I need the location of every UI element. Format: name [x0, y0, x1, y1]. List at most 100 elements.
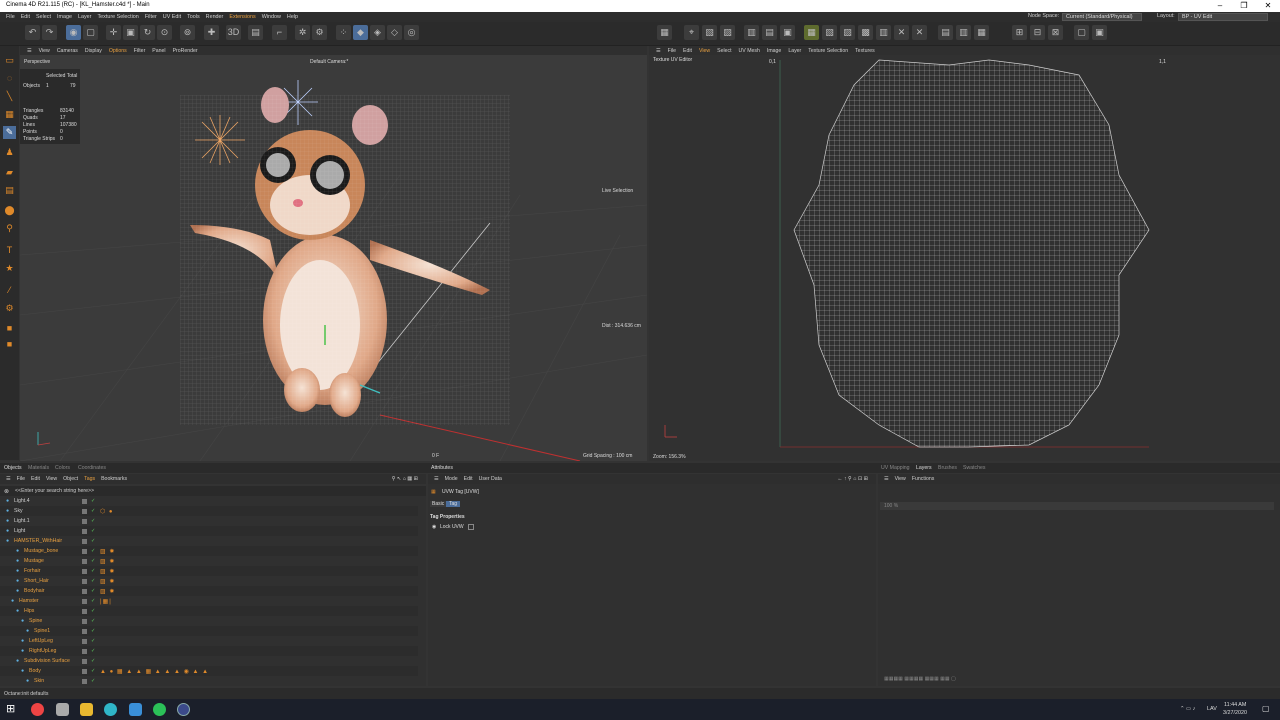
visibility-toggle[interactable]	[82, 649, 87, 654]
uv-menu-icon[interactable]: ☰	[656, 48, 661, 54]
obj-menu-bookmarks[interactable]: Bookmarks	[101, 476, 127, 482]
uv-tool-10-icon[interactable]: ▨	[840, 25, 855, 40]
object-name[interactable]: Sky	[14, 506, 23, 516]
visibility-toggle[interactable]	[82, 629, 87, 634]
visibility-toggle[interactable]	[82, 639, 87, 644]
uv-menu-textures[interactable]: Textures	[855, 48, 875, 54]
visibility-toggle[interactable]	[82, 659, 87, 664]
obj-menu-object[interactable]: Object	[63, 476, 78, 482]
vp-menu-prorender[interactable]: ProRender	[173, 48, 198, 54]
visibility-toggle[interactable]	[82, 609, 87, 614]
uv-tool-16-icon[interactable]: ▥	[956, 25, 971, 40]
star-icon[interactable]: ★	[3, 262, 16, 275]
uv-tool-4-icon[interactable]: ▨	[720, 25, 735, 40]
app-icon-2[interactable]	[129, 703, 142, 716]
uv-tool-11-icon[interactable]: ▩	[858, 25, 873, 40]
table-row[interactable]: ● Bodyhair ✓ ▨ ✸	[0, 586, 418, 596]
table-row[interactable]: ● Body ✓ ▲ ● ▦ ▲ ▲ ▦ ▲ ▲ ▲ ◉ ▲ ▲	[0, 666, 418, 676]
tab-swatches[interactable]: Swatches	[963, 465, 986, 471]
enable-check-icon[interactable]: ✓	[91, 546, 95, 556]
menu-render[interactable]: Render	[206, 14, 224, 20]
uv-tool-9-icon[interactable]: ▧	[822, 25, 837, 40]
fill-icon[interactable]: ⬤	[3, 204, 16, 217]
tray-icons[interactable]: ⌃ ▭ ♪	[1180, 706, 1195, 712]
tab-colors[interactable]: Colors	[55, 465, 70, 471]
menu-window[interactable]: Window	[262, 14, 281, 20]
menu-edit[interactable]: Edit	[21, 14, 30, 20]
file-explorer-icon[interactable]	[80, 703, 93, 716]
redo-icon[interactable]: ↷	[42, 25, 57, 40]
object-name[interactable]: Mustage_bone	[24, 546, 58, 556]
object-name[interactable]: Skin	[34, 676, 44, 686]
attributes-menu-icon[interactable]: ☰	[434, 476, 439, 482]
uv-tool-14-icon[interactable]: ✕	[912, 25, 927, 40]
table-row[interactable]: ● Mustage_bone ✓ ▨ ✸	[0, 546, 418, 556]
visibility-toggle[interactable]	[82, 529, 87, 534]
menu-file[interactable]: File	[6, 14, 15, 20]
enable-check-icon[interactable]: ✓	[91, 536, 95, 546]
scale-tool-icon[interactable]: ▣	[123, 25, 138, 40]
table-row[interactable]: ● LeftUpLeg ✓	[0, 636, 418, 646]
enable-check-icon[interactable]: ✓	[91, 516, 95, 526]
uv-menu-image[interactable]: Image	[767, 48, 781, 54]
box-select-icon[interactable]: ▭	[3, 54, 16, 67]
object-name[interactable]: Forhair	[24, 566, 40, 576]
enable-check-icon[interactable]: ✓	[91, 656, 95, 666]
menu-uv-edit[interactable]: UV Edit	[163, 14, 181, 20]
settings-icon[interactable]: ⚙	[3, 302, 16, 315]
text-tool-icon[interactable]: T	[3, 244, 16, 257]
uv-tool-8-icon[interactable]: ▦	[804, 25, 819, 40]
attr-tab-tag[interactable]: Tag	[446, 501, 461, 507]
uv-tool-19-icon[interactable]: ⊟	[1030, 25, 1045, 40]
menu-texture-selection[interactable]: Texture Selection	[97, 14, 138, 20]
uv-tool-21-icon[interactable]: ▢	[1074, 25, 1089, 40]
tab-brushes[interactable]: Brushes	[938, 465, 957, 471]
workplane-icon[interactable]: ▤	[248, 25, 263, 40]
checker-icon[interactable]: ▦	[3, 108, 16, 121]
object-name[interactable]: Spine1	[34, 626, 50, 636]
attr-menu-edit[interactable]: Edit	[464, 476, 473, 482]
spotify-icon[interactable]	[153, 703, 166, 716]
object-name[interactable]: LeftUpLeg	[29, 636, 53, 646]
table-row[interactable]: ● Sky ✓ ⬡ ●	[0, 506, 418, 516]
visibility-toggle[interactable]	[82, 539, 87, 544]
uv-tool-22-icon[interactable]: ▣	[1092, 25, 1107, 40]
layers-menu-icon[interactable]: ☰	[884, 476, 889, 482]
uv-menu-edit[interactable]: Edit	[683, 48, 692, 54]
visibility-toggle[interactable]	[82, 559, 87, 564]
layer-toolbar-icons[interactable]: ▦▦▦▦ ▦▦▦▦ ▦▦▦ ▦▦ ▢	[884, 676, 956, 682]
layout-dropdown[interactable]: BP - UV Edit	[1178, 13, 1268, 21]
tab-materials[interactable]: Materials	[28, 465, 49, 471]
uv-menu-select[interactable]: Select	[717, 48, 731, 54]
enable-check-icon[interactable]: ✓	[91, 526, 95, 536]
eyedropper-icon[interactable]: ⁄	[3, 284, 16, 297]
enable-check-icon[interactable]: ✓	[91, 576, 95, 586]
enable-check-icon[interactable]: ✓	[91, 496, 95, 506]
tab-coordinates[interactable]: Coordinates	[78, 465, 106, 471]
lock-uvw-checkbox[interactable]	[468, 524, 474, 530]
attr-menu-mode[interactable]: Mode	[445, 476, 458, 482]
uv-tool-12-icon[interactable]: ▥	[876, 25, 891, 40]
menu-select[interactable]: Select	[36, 14, 51, 20]
stamp-icon[interactable]: ♟	[3, 146, 16, 159]
lasso-icon[interactable]: ◌	[3, 72, 16, 85]
tab-attributes[interactable]: Attributes	[431, 465, 453, 471]
chrome-icon[interactable]	[31, 703, 44, 716]
table-row[interactable]: ● Short_Hair ✓ ▨ ✸	[0, 576, 418, 586]
language-indicator[interactable]: LAV	[1207, 706, 1217, 712]
brush-icon[interactable]: ✎	[3, 126, 16, 139]
uv-tool-7-icon[interactable]: ▣	[780, 25, 795, 40]
vp-menu-view[interactable]: View	[39, 48, 50, 54]
uv-tool-1-icon[interactable]: ▦	[657, 25, 672, 40]
object-name[interactable]: Spine	[29, 616, 42, 626]
clock-date[interactable]: 3/27/2020	[1223, 710, 1247, 716]
desktop-icon[interactable]	[56, 703, 69, 716]
visibility-toggle[interactable]	[82, 669, 87, 674]
uv-tool-2-icon[interactable]: ⌖	[684, 25, 699, 40]
enable-check-icon[interactable]: ✓	[91, 646, 95, 656]
visibility-toggle[interactable]	[82, 549, 87, 554]
objects-menu-icon[interactable]: ☰	[6, 476, 11, 482]
uv-tool-3-icon[interactable]: ▧	[702, 25, 717, 40]
object-name[interactable]: Hips	[24, 606, 34, 616]
table-row[interactable]: ● Subdivision Surface ✓	[0, 656, 418, 666]
